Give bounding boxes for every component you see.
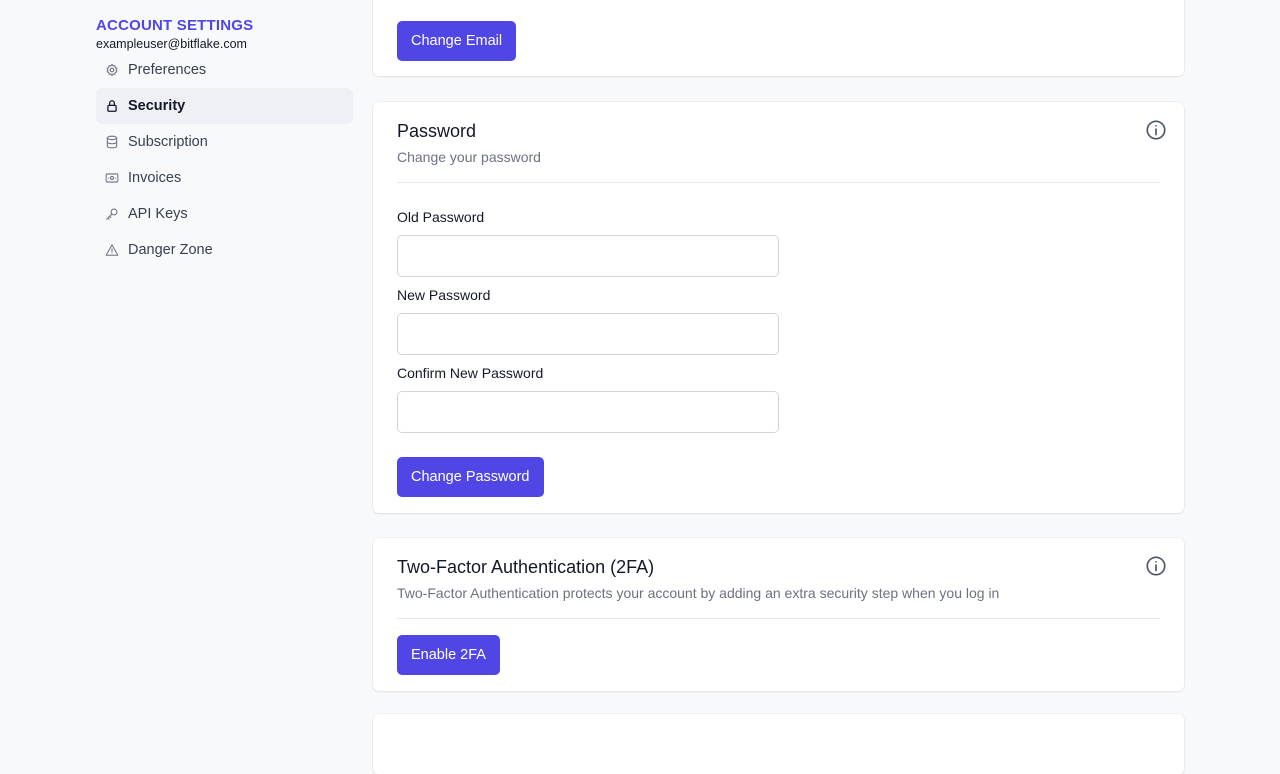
twofa-card: Two-Factor Authentication (2FA) Two-Fact… <box>373 538 1184 691</box>
gear-icon <box>105 63 119 77</box>
settings-nav: Preferences Security Subscription Invoic… <box>96 52 353 268</box>
database-icon <box>105 135 119 149</box>
account-email: exampleuser@bitflake.com <box>96 37 247 51</box>
divider <box>397 618 1160 619</box>
sidebar-item-label: API Keys <box>128 206 188 222</box>
sidebar-item-danger-zone[interactable]: Danger Zone <box>96 232 353 268</box>
sidebar-item-label: Danger Zone <box>128 242 213 258</box>
new-password-label: New Password <box>397 287 491 303</box>
sidebar-item-api-keys[interactable]: API Keys <box>96 196 353 232</box>
old-password-field[interactable] <box>397 235 779 277</box>
next-card <box>373 714 1184 774</box>
change-password-button[interactable]: Change Password <box>397 457 544 497</box>
password-card-description: Change your password <box>397 149 541 165</box>
sidebar-item-subscription[interactable]: Subscription <box>96 124 353 160</box>
info-icon[interactable] <box>1145 119 1167 141</box>
confirm-password-field[interactable] <box>397 391 779 433</box>
sidebar-item-label: Invoices <box>128 170 182 186</box>
new-password-field[interactable] <box>397 313 779 355</box>
info-icon[interactable] <box>1145 555 1167 577</box>
sidebar-item-label: Subscription <box>128 134 208 150</box>
old-password-label: Old Password <box>397 209 485 225</box>
email-card: Change Email <box>373 0 1184 76</box>
twofa-card-title: Two-Factor Authentication (2FA) <box>397 557 655 577</box>
divider <box>397 182 1160 183</box>
change-email-button[interactable]: Change Email <box>397 21 517 61</box>
password-card-title: Password <box>397 121 477 141</box>
password-card: Password Change your password Old Passwo… <box>373 102 1184 513</box>
warning-icon <box>105 243 119 257</box>
sidebar-item-security[interactable]: Security <box>96 88 353 124</box>
confirm-password-label: Confirm New Password <box>397 365 544 381</box>
lock-icon <box>105 99 119 113</box>
sidebar-item-invoices[interactable]: Invoices <box>96 160 353 196</box>
key-icon <box>105 207 119 221</box>
sidebar-heading: ACCOUNT SETTINGS <box>96 17 254 34</box>
banknote-icon <box>105 171 119 185</box>
sidebar-item-label: Preferences <box>128 62 207 78</box>
enable-2fa-button[interactable]: Enable 2FA <box>397 635 500 675</box>
sidebar-item-preferences[interactable]: Preferences <box>96 52 353 88</box>
sidebar-item-label: Security <box>128 98 186 114</box>
twofa-card-description: Two-Factor Authentication protects your … <box>397 585 1000 601</box>
